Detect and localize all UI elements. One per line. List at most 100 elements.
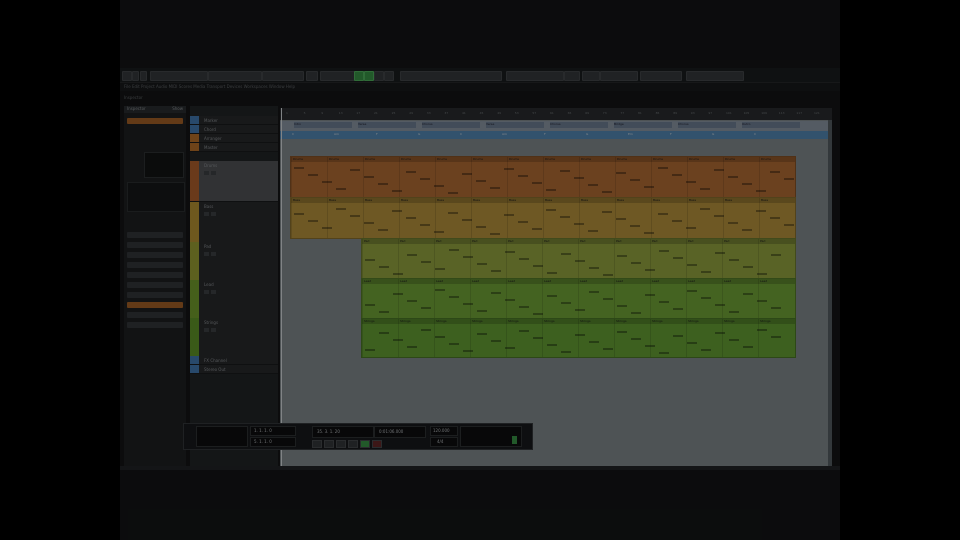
- cycle-button[interactable]: [336, 440, 346, 448]
- midi-note: [476, 180, 486, 182]
- part-divider: [758, 279, 759, 318]
- midi-note: [392, 210, 402, 212]
- midi-note: [379, 266, 389, 268]
- part-name: Drums: [689, 157, 699, 161]
- midi-note: [700, 188, 710, 190]
- midi-note: [784, 178, 794, 180]
- part-divider: [291, 157, 292, 197]
- position-display[interactable]: 35. 3. 1. 20: [312, 426, 374, 438]
- midi-note: [574, 177, 584, 179]
- midi-note: [322, 227, 332, 229]
- midi-note: [449, 343, 459, 345]
- part-name: Lead: [364, 279, 372, 283]
- midi-part[interactable]: Pad Pad Pad Pad Pad Pad Pad Pad Pad Pad Pad Pad: [361, 238, 796, 280]
- tempo-box[interactable]: 120.000: [430, 426, 458, 436]
- signature-box[interactable]: 4/4: [430, 437, 458, 447]
- time-display[interactable]: 0:01:06.000: [374, 426, 426, 438]
- right-locator-box[interactable]: 5. 1. 1. 0: [250, 437, 296, 447]
- midi-note: [490, 233, 500, 235]
- midi-note: [350, 169, 360, 171]
- midi-note: [756, 190, 766, 192]
- midi-note: [365, 349, 375, 351]
- part-name: Lead: [400, 279, 408, 283]
- letterbox-right: [840, 0, 960, 540]
- play-button[interactable]: [360, 440, 370, 448]
- midi-note: [743, 293, 753, 295]
- part-divider: [327, 198, 328, 238]
- midi-note: [407, 346, 417, 348]
- midi-note: [701, 297, 711, 299]
- part-divider: [650, 239, 651, 279]
- midi-note: [728, 176, 738, 178]
- part-name: Bass: [617, 198, 625, 202]
- midi-note: [574, 223, 584, 225]
- midi-part[interactable]: Strings Strings Strings Strings Strings Strin…: [361, 318, 796, 358]
- midi-note: [644, 186, 654, 188]
- part-name: Pad: [688, 239, 694, 243]
- midi-note: [505, 299, 515, 301]
- midi-part[interactable]: Bass Bass Bass Bass Bass Bass Bass Bass Bass Bass…: [290, 197, 796, 239]
- midi-note: [714, 169, 724, 171]
- part-name: Pad: [760, 239, 766, 243]
- midi-note: [364, 222, 374, 224]
- midi-note: [575, 334, 585, 336]
- part-name: Pad: [652, 239, 658, 243]
- part-divider: [398, 319, 399, 357]
- forward-button[interactable]: [324, 440, 334, 448]
- part-divider: [506, 239, 507, 279]
- midi-note: [491, 292, 501, 294]
- part-name: Drums: [509, 157, 519, 161]
- midi-note: [617, 255, 627, 257]
- midi-note: [505, 251, 515, 253]
- stop-button[interactable]: [348, 440, 358, 448]
- midi-note: [757, 329, 767, 331]
- midi-note: [673, 308, 683, 310]
- record-button[interactable]: [372, 440, 382, 448]
- vertical-scrollbar[interactable]: [828, 120, 832, 466]
- part-divider: [434, 279, 435, 318]
- rewind-button[interactable]: [312, 440, 322, 448]
- midi-note: [378, 229, 388, 231]
- midi-note: [631, 338, 641, 340]
- part-name: Pad: [364, 239, 370, 243]
- midi-note: [729, 311, 739, 313]
- midi-note: [630, 225, 640, 227]
- midi-note: [658, 213, 668, 215]
- part-divider: [434, 319, 435, 357]
- midi-note: [532, 228, 542, 230]
- midi-note: [770, 171, 780, 173]
- midi-note: [462, 173, 472, 175]
- midi-note: [658, 167, 668, 169]
- part-name: Strings: [616, 319, 627, 323]
- part-name: Bass: [689, 198, 697, 202]
- midi-note: [561, 351, 571, 353]
- midi-note: [490, 187, 500, 189]
- midi-note: [421, 261, 431, 263]
- part-name: Bass: [545, 198, 553, 202]
- midi-note: [365, 304, 375, 306]
- midi-note: [784, 224, 794, 226]
- part-divider: [651, 157, 652, 197]
- midi-note: [491, 340, 501, 342]
- midi-part[interactable]: Lead Lead Lead Lead Lead Lead Lead Lead Lead Lead…: [361, 278, 796, 319]
- midi-note: [659, 301, 669, 303]
- midi-part[interactable]: Drums Drums Drums Drums Drums Drums Drums Drums…: [290, 156, 796, 198]
- midi-note: [393, 273, 403, 275]
- midi-note: [561, 302, 571, 304]
- left-locator-box[interactable]: 1. 1. 1. 0: [250, 426, 296, 436]
- playhead[interactable]: [281, 108, 282, 466]
- midi-note: [589, 341, 599, 343]
- part-name: Lead: [724, 279, 732, 283]
- midi-note: [294, 213, 304, 215]
- part-name: Drums: [617, 157, 627, 161]
- midi-note: [533, 337, 543, 339]
- part-divider: [362, 239, 363, 279]
- part-divider: [687, 157, 688, 197]
- midi-note: [715, 252, 725, 254]
- tempo-value: 120.000: [433, 428, 450, 433]
- part-name: Drums: [401, 157, 411, 161]
- midi-note: [743, 346, 753, 348]
- midi-note: [589, 267, 599, 269]
- midi-note: [393, 293, 403, 295]
- part-name: Strings: [724, 319, 735, 323]
